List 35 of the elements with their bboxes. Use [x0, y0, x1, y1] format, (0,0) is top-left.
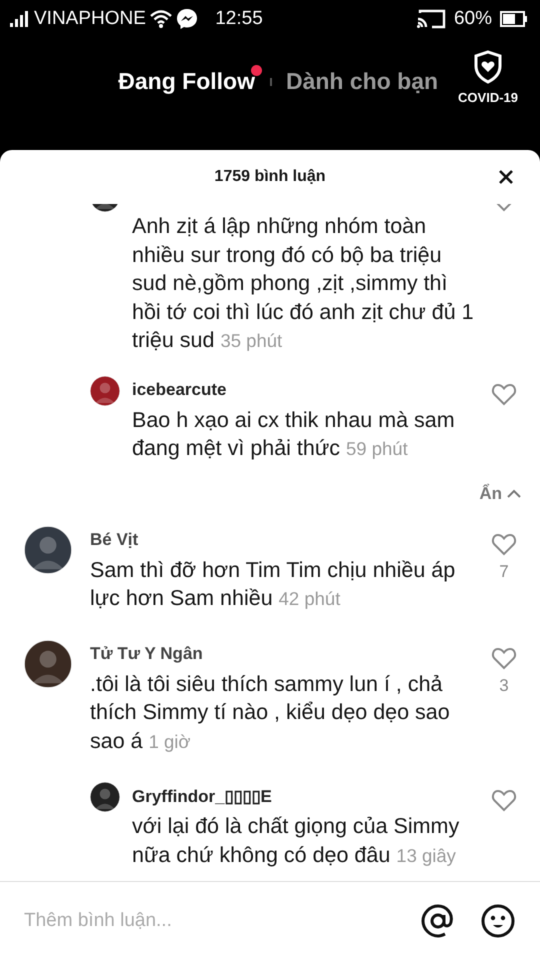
like-count: 7: [499, 562, 509, 582]
like-count: 3: [499, 676, 509, 696]
carrier-name: VINAPHONE: [34, 8, 146, 30]
emoji-icon[interactable]: [480, 903, 516, 939]
feed-tab[interactable]: Dành cho bạn: [286, 68, 438, 95]
clock-time: 12:55: [215, 8, 263, 30]
battery-percent: 60%: [454, 8, 492, 30]
mention-icon[interactable]: [420, 903, 456, 939]
comment-text: Bao h xạo ai cx thik nhau mà sam đang mệt vì phải thức 59 phút: [132, 406, 456, 462]
avatar[interactable]: [24, 526, 72, 574]
hide-replies-link[interactable]: Ẩn: [479, 484, 522, 504]
username[interactable]: Tử Tư Y Ngân: [90, 644, 203, 664]
comment-count-title: 1759 bình luận: [214, 168, 326, 186]
close-button[interactable]: [498, 169, 514, 185]
comment-text: Sam thì đỡ hơn Tim Tim chịu nhiều áp lực hơn Sam nhiều 42 phút: [90, 556, 456, 612]
username[interactable]: Gryffindor_▯▯▯▯E: [132, 786, 272, 806]
comment-text: .tôi là tôi siêu thích sammy lun í , chả thích Simmy tí nào , kiểu dẹo dẹo sao sao á 1 giờ: [90, 670, 451, 754]
username[interactable]: icebearcute: [132, 380, 226, 400]
comment-text: với lại đó là chất giọng của Simmy nữa chứ không có dẹo đâu 13 giây: [132, 813, 460, 868]
avatar[interactable]: [90, 782, 120, 812]
username[interactable]: Bé Vịt: [90, 530, 138, 550]
comment-input[interactable]: Thêm bình luận...: [24, 910, 396, 932]
comment-text: Anh zịt á lập những nhóm toàn nhiều sur trong đó có bộ ba triệu sud nè,gồm phong ,zịt ,simmy thì hồi tớ coi thì lúc đó anh zịt chư đủ 1 triệu sud 35 phút: [132, 213, 475, 354]
messenger-icon: [176, 8, 198, 30]
feed-tab[interactable]: Đang Follow: [118, 68, 255, 95]
signal-icon: [10, 11, 30, 27]
wifi-icon: [150, 10, 172, 28]
covid-button[interactable]: COVID-19: [458, 50, 518, 105]
close-icon: [498, 169, 514, 185]
chevron-up-icon: [506, 488, 522, 498]
avatar[interactable]: [90, 376, 120, 406]
battery-icon: [500, 11, 528, 27]
avatar[interactable]: [24, 640, 72, 688]
cast-icon: [416, 9, 446, 29]
shield-icon: [473, 50, 504, 84]
